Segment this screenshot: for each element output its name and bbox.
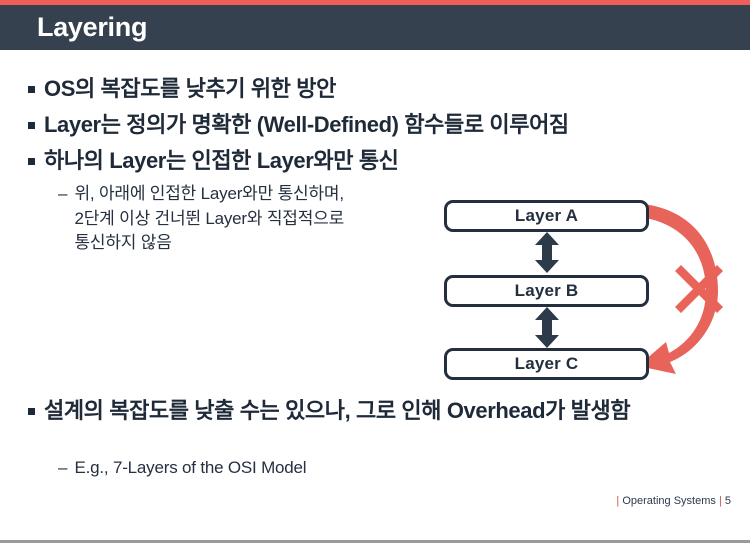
bullet-text: 하나의 Layer는 인접한 Layer와만 통신	[44, 148, 399, 173]
layer-box-c: Layer C	[444, 348, 649, 380]
footer-separator-right: |	[718, 495, 722, 507]
footer-page-number: 5	[724, 495, 731, 507]
bullet-item: OS의 복잡도를 낮추기 위한 방안	[28, 74, 336, 103]
layer-box-a: Layer A	[444, 200, 649, 232]
square-bullet-icon	[28, 158, 35, 165]
footer-separator-left: |	[616, 495, 620, 507]
bullet-text: 설계의 복잡도를 낮출 수는 있으나, 그로 인해 Overhead가 발생함	[44, 398, 631, 423]
sub-bullet-text: 위, 아래에 인접한 Layer와만 통신하며, 2단계 이상 건너뛴 Laye…	[74, 184, 345, 253]
dash-bullet-icon: –	[58, 458, 68, 477]
layering-diagram: Layer A Layer B Layer C	[440, 196, 740, 386]
slide: Layering OS의 복잡도를 낮추기 위한 방안 Layer는 정의가 명…	[0, 0, 750, 543]
page-title: Layering	[37, 12, 148, 42]
layer-box-label: Layer B	[514, 281, 579, 300]
bullet-item: 하나의 Layer는 인접한 Layer와만 통신	[28, 146, 399, 175]
footer-course-name: Operating Systems	[622, 495, 716, 507]
layer-box-b: Layer B	[444, 275, 649, 307]
bidirectional-arrow-icon	[535, 307, 559, 348]
dash-bullet-icon: –	[58, 184, 68, 203]
square-bullet-icon	[28, 122, 35, 129]
sub-bullet-text: E.g., 7-Layers of the OSI Model	[74, 458, 307, 477]
prohibited-x-icon	[675, 265, 723, 313]
sub-bullet-item: – E.g., 7-Layers of the OSI Model	[58, 456, 307, 481]
square-bullet-icon	[28, 408, 35, 415]
slide-header: Layering	[0, 0, 750, 50]
bidirectional-arrow-icon	[535, 232, 559, 273]
sub-bullet-item: – 위, 아래에 인접한 Layer와만 통신하며, 2단계 이상 건너뛴 La…	[58, 182, 344, 256]
bullet-item: Layer는 정의가 명확한 (Well-Defined) 함수들로 이루어짐	[28, 110, 569, 139]
square-bullet-icon	[28, 86, 35, 93]
bullet-text: OS의 복잡도를 낮추기 위한 방안	[44, 76, 336, 101]
layer-box-label: Layer A	[514, 206, 579, 225]
bullet-text: Layer는 정의가 명확한 (Well-Defined) 함수들로 이루어짐	[44, 112, 569, 137]
layer-box-label: Layer C	[514, 354, 579, 373]
bullet-item: 설계의 복잡도를 낮출 수는 있으나, 그로 인해 Overhead가 발생함	[28, 396, 688, 425]
slide-footer: | Operating Systems | 5	[616, 495, 731, 507]
